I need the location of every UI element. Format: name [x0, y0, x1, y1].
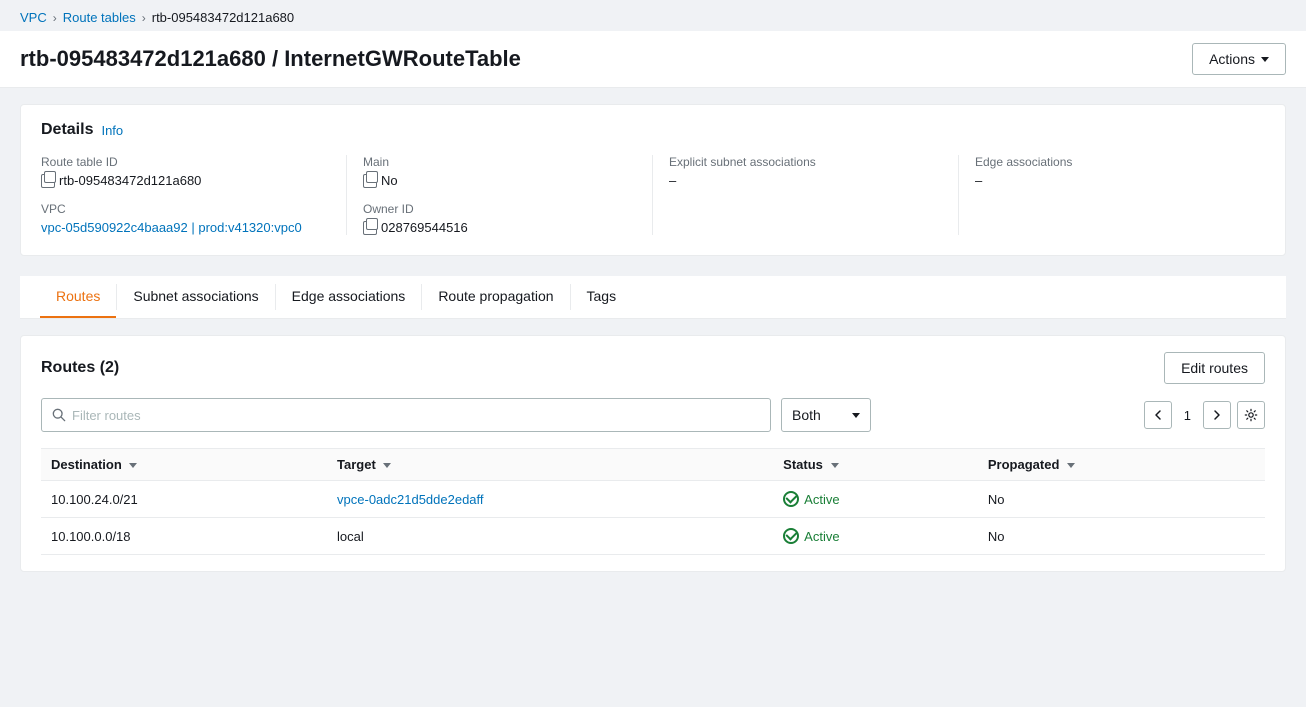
- breadcrumb-sep-1: ›: [53, 11, 57, 25]
- status-text-1: Active: [804, 529, 839, 544]
- page-title: rtb-095483472d121a680 / InternetGWRouteT…: [20, 46, 521, 72]
- details-header: Details Info: [41, 121, 1265, 139]
- breadcrumb-vpc[interactable]: VPC: [20, 10, 47, 25]
- edge-associations-field: Edge associations –: [975, 155, 1265, 188]
- cell-destination-0: 10.100.24.0/21: [41, 481, 327, 518]
- routes-table: Destination Target Status Propagate: [41, 448, 1265, 555]
- cell-status-0: Active: [773, 481, 978, 518]
- chevron-right-icon: [1213, 409, 1221, 421]
- sort-icon-status: [831, 463, 839, 468]
- edge-associations-label: Edge associations: [975, 155, 1265, 169]
- next-page-button[interactable]: [1203, 401, 1231, 429]
- vpc-link[interactable]: vpc-05d590922c4baaa92 | prod:v41320:vpc0: [41, 220, 302, 235]
- col-propagated: Propagated: [978, 449, 1265, 481]
- main-label: Main: [363, 155, 636, 169]
- explicit-subnet-value: –: [669, 173, 942, 188]
- prev-page-button[interactable]: [1144, 401, 1172, 429]
- main-field: Main No: [363, 155, 636, 188]
- dropdown-chevron-icon: [852, 413, 860, 418]
- pagination-controls: 1: [1144, 401, 1265, 429]
- col-destination: Destination: [41, 449, 327, 481]
- cell-propagated-1: No: [978, 518, 1265, 555]
- filter-row: Both 1: [41, 398, 1265, 432]
- copy-icon-main[interactable]: [363, 174, 377, 188]
- copy-icon-rtb[interactable]: [41, 174, 55, 188]
- details-title: Details: [41, 121, 93, 139]
- edit-routes-button[interactable]: Edit routes: [1164, 352, 1265, 384]
- cell-target-0[interactable]: vpce-0adc21d5dde2edaff: [327, 481, 773, 518]
- search-icon: [52, 408, 66, 422]
- filter-input[interactable]: [72, 408, 760, 423]
- vpc-field: VPC vpc-05d590922c4baaa92 | prod:v41320:…: [41, 202, 330, 235]
- tab-subnet-associations[interactable]: Subnet associations: [117, 276, 274, 318]
- details-columns: Route table ID rtb-095483472d121a680 VPC…: [41, 155, 1265, 235]
- col-status: Status: [773, 449, 978, 481]
- route-table-id-value: rtb-095483472d121a680: [41, 173, 330, 188]
- settings-button[interactable]: [1237, 401, 1265, 429]
- chevron-left-icon: [1154, 409, 1162, 421]
- routes-card: Routes (2) Edit routes Both: [20, 335, 1286, 572]
- actions-label: Actions: [1209, 51, 1255, 67]
- filter-input-wrap: [41, 398, 771, 432]
- routes-title: Routes (2): [41, 359, 119, 377]
- table-row: 10.100.0.0/18local Active No: [41, 518, 1265, 555]
- detail-col-3: Explicit subnet associations –: [653, 155, 959, 235]
- gear-icon: [1244, 408, 1258, 422]
- chevron-down-icon: [1261, 57, 1269, 62]
- tab-tags[interactable]: Tags: [571, 276, 633, 318]
- explicit-subnet-label: Explicit subnet associations: [669, 155, 942, 169]
- breadcrumb-current: rtb-095483472d121a680: [152, 10, 294, 25]
- status-text-0: Active: [804, 492, 839, 507]
- vpc-value: vpc-05d590922c4baaa92 | prod:v41320:vpc0: [41, 220, 330, 235]
- cell-propagated-0: No: [978, 481, 1265, 518]
- route-table-id-label: Route table ID: [41, 155, 330, 169]
- breadcrumb-route-tables[interactable]: Route tables: [63, 10, 136, 25]
- tab-routes[interactable]: Routes: [40, 276, 116, 318]
- breadcrumb: VPC › Route tables › rtb-095483472d121a6…: [0, 0, 1306, 31]
- cell-destination-1: 10.100.0.0/18: [41, 518, 327, 555]
- owner-id-label: Owner ID: [363, 202, 636, 216]
- details-card: Details Info Route table ID rtb-09548347…: [20, 104, 1286, 256]
- target-link-0[interactable]: vpce-0adc21d5dde2edaff: [337, 492, 484, 507]
- explicit-subnet-field: Explicit subnet associations –: [669, 155, 942, 188]
- tabs-bar: Routes Subnet associations Edge associat…: [20, 276, 1286, 319]
- detail-col-2: Main No Owner ID 028769544516: [347, 155, 653, 235]
- content-area: Details Info Route table ID rtb-09548347…: [0, 88, 1306, 588]
- info-link[interactable]: Info: [101, 123, 123, 138]
- route-table-id-field: Route table ID rtb-095483472d121a680: [41, 155, 330, 188]
- routes-header: Routes (2) Edit routes: [41, 352, 1265, 384]
- col-target: Target: [327, 449, 773, 481]
- sort-icon-propagated: [1067, 463, 1075, 468]
- page-wrapper: VPC › Route tables › rtb-095483472d121a6…: [0, 0, 1306, 707]
- filter-dropdown[interactable]: Both: [781, 398, 871, 432]
- table-header-row: Destination Target Status Propagate: [41, 449, 1265, 481]
- cell-target-1: local: [327, 518, 773, 555]
- tab-edge-associations[interactable]: Edge associations: [276, 276, 422, 318]
- sort-icon-destination: [129, 463, 137, 468]
- copy-icon-owner[interactable]: [363, 221, 377, 235]
- sort-icon-target: [383, 463, 391, 468]
- breadcrumb-sep-2: ›: [142, 11, 146, 25]
- detail-col-4: Edge associations –: [959, 155, 1265, 235]
- tab-route-propagation[interactable]: Route propagation: [422, 276, 569, 318]
- owner-id-field: Owner ID 028769544516: [363, 202, 636, 235]
- table-row: 10.100.24.0/21 vpce-0adc21d5dde2edaff Acti…: [41, 481, 1265, 518]
- detail-col-1: Route table ID rtb-095483472d121a680 VPC…: [41, 155, 347, 235]
- actions-button[interactable]: Actions: [1192, 43, 1286, 75]
- main-value: No: [363, 173, 636, 188]
- cell-status-1: Active: [773, 518, 978, 555]
- owner-id-value: 028769544516: [363, 220, 636, 235]
- page-number: 1: [1178, 408, 1197, 423]
- status-check-icon-0: [783, 491, 799, 507]
- page-header: rtb-095483472d121a680 / InternetGWRouteT…: [0, 31, 1306, 88]
- edge-associations-value: –: [975, 173, 1265, 188]
- vpc-label: VPC: [41, 202, 330, 216]
- status-check-icon-1: [783, 528, 799, 544]
